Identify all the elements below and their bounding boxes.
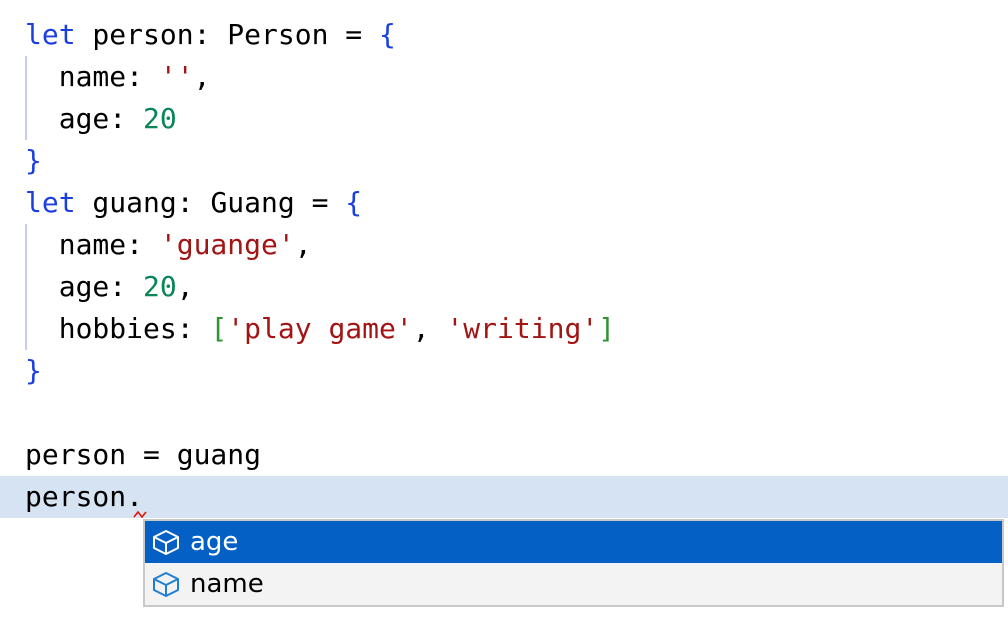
token-bracket: ]	[598, 312, 616, 345]
token-plain: ,	[294, 228, 312, 261]
suggestion-widget[interactable]: age name	[143, 519, 1004, 607]
token-string: 'play game'	[227, 312, 413, 345]
error-squiggle	[133, 510, 147, 518]
suggestion-item[interactable]: age	[145, 521, 1002, 563]
code-line[interactable]: age: 20	[0, 98, 1008, 140]
token-string: 'guange'	[159, 228, 295, 261]
code-line[interactable]	[0, 392, 1008, 434]
property-cube-icon	[153, 530, 179, 555]
indent-guide	[25, 56, 27, 140]
token-plain: ,	[412, 312, 447, 345]
code-line[interactable]: name: '',	[0, 56, 1008, 98]
suggestion-label: name	[190, 569, 264, 599]
code-line[interactable]: let guang: Guang = {	[0, 182, 1008, 224]
token-plain: age:	[25, 270, 144, 303]
token-plain: person: Person =	[75, 18, 380, 51]
token-plain: hobbies:	[25, 312, 211, 345]
code-line[interactable]: age: 20,	[0, 266, 1008, 308]
token-brace: }	[25, 354, 42, 387]
token-plain: person.	[25, 480, 144, 513]
token-number: 20	[143, 270, 177, 303]
token-plain: age:	[25, 102, 144, 135]
code-line[interactable]: }	[0, 350, 1008, 392]
token-bracket: [	[210, 312, 228, 345]
token-number: 20	[143, 102, 177, 135]
token-brace: {	[379, 18, 396, 51]
token-keyword: let	[25, 186, 76, 219]
suggestion-label: age	[190, 527, 239, 557]
token-plain: name:	[25, 60, 160, 93]
code-editor[interactable]: let person: Person = { name: '', age: 20…	[0, 14, 1008, 518]
code-line[interactable]: let person: Person = {	[0, 14, 1008, 56]
token-string: ''	[159, 60, 194, 93]
token-plain: person = guang	[25, 438, 262, 471]
token-plain: name:	[25, 228, 160, 261]
token-brace: }	[25, 144, 42, 177]
token-plain: guang: Guang =	[75, 186, 346, 219]
code-line[interactable]: person.	[0, 476, 1008, 518]
code-line[interactable]: hobbies: ['play game', 'writing']	[0, 308, 1008, 350]
suggestion-item[interactable]: name	[145, 563, 1002, 605]
token-plain: ,	[193, 60, 211, 93]
token-keyword: let	[25, 18, 76, 51]
token-string: 'writing'	[446, 312, 599, 345]
code-line[interactable]: name: 'guange',	[0, 224, 1008, 266]
property-cube-icon	[153, 572, 179, 597]
token-plain: ,	[176, 270, 194, 303]
token-brace: {	[345, 186, 363, 219]
code-line[interactable]: person = guang	[0, 434, 1008, 476]
indent-guide	[25, 224, 27, 350]
code-line[interactable]: }	[0, 140, 1008, 182]
